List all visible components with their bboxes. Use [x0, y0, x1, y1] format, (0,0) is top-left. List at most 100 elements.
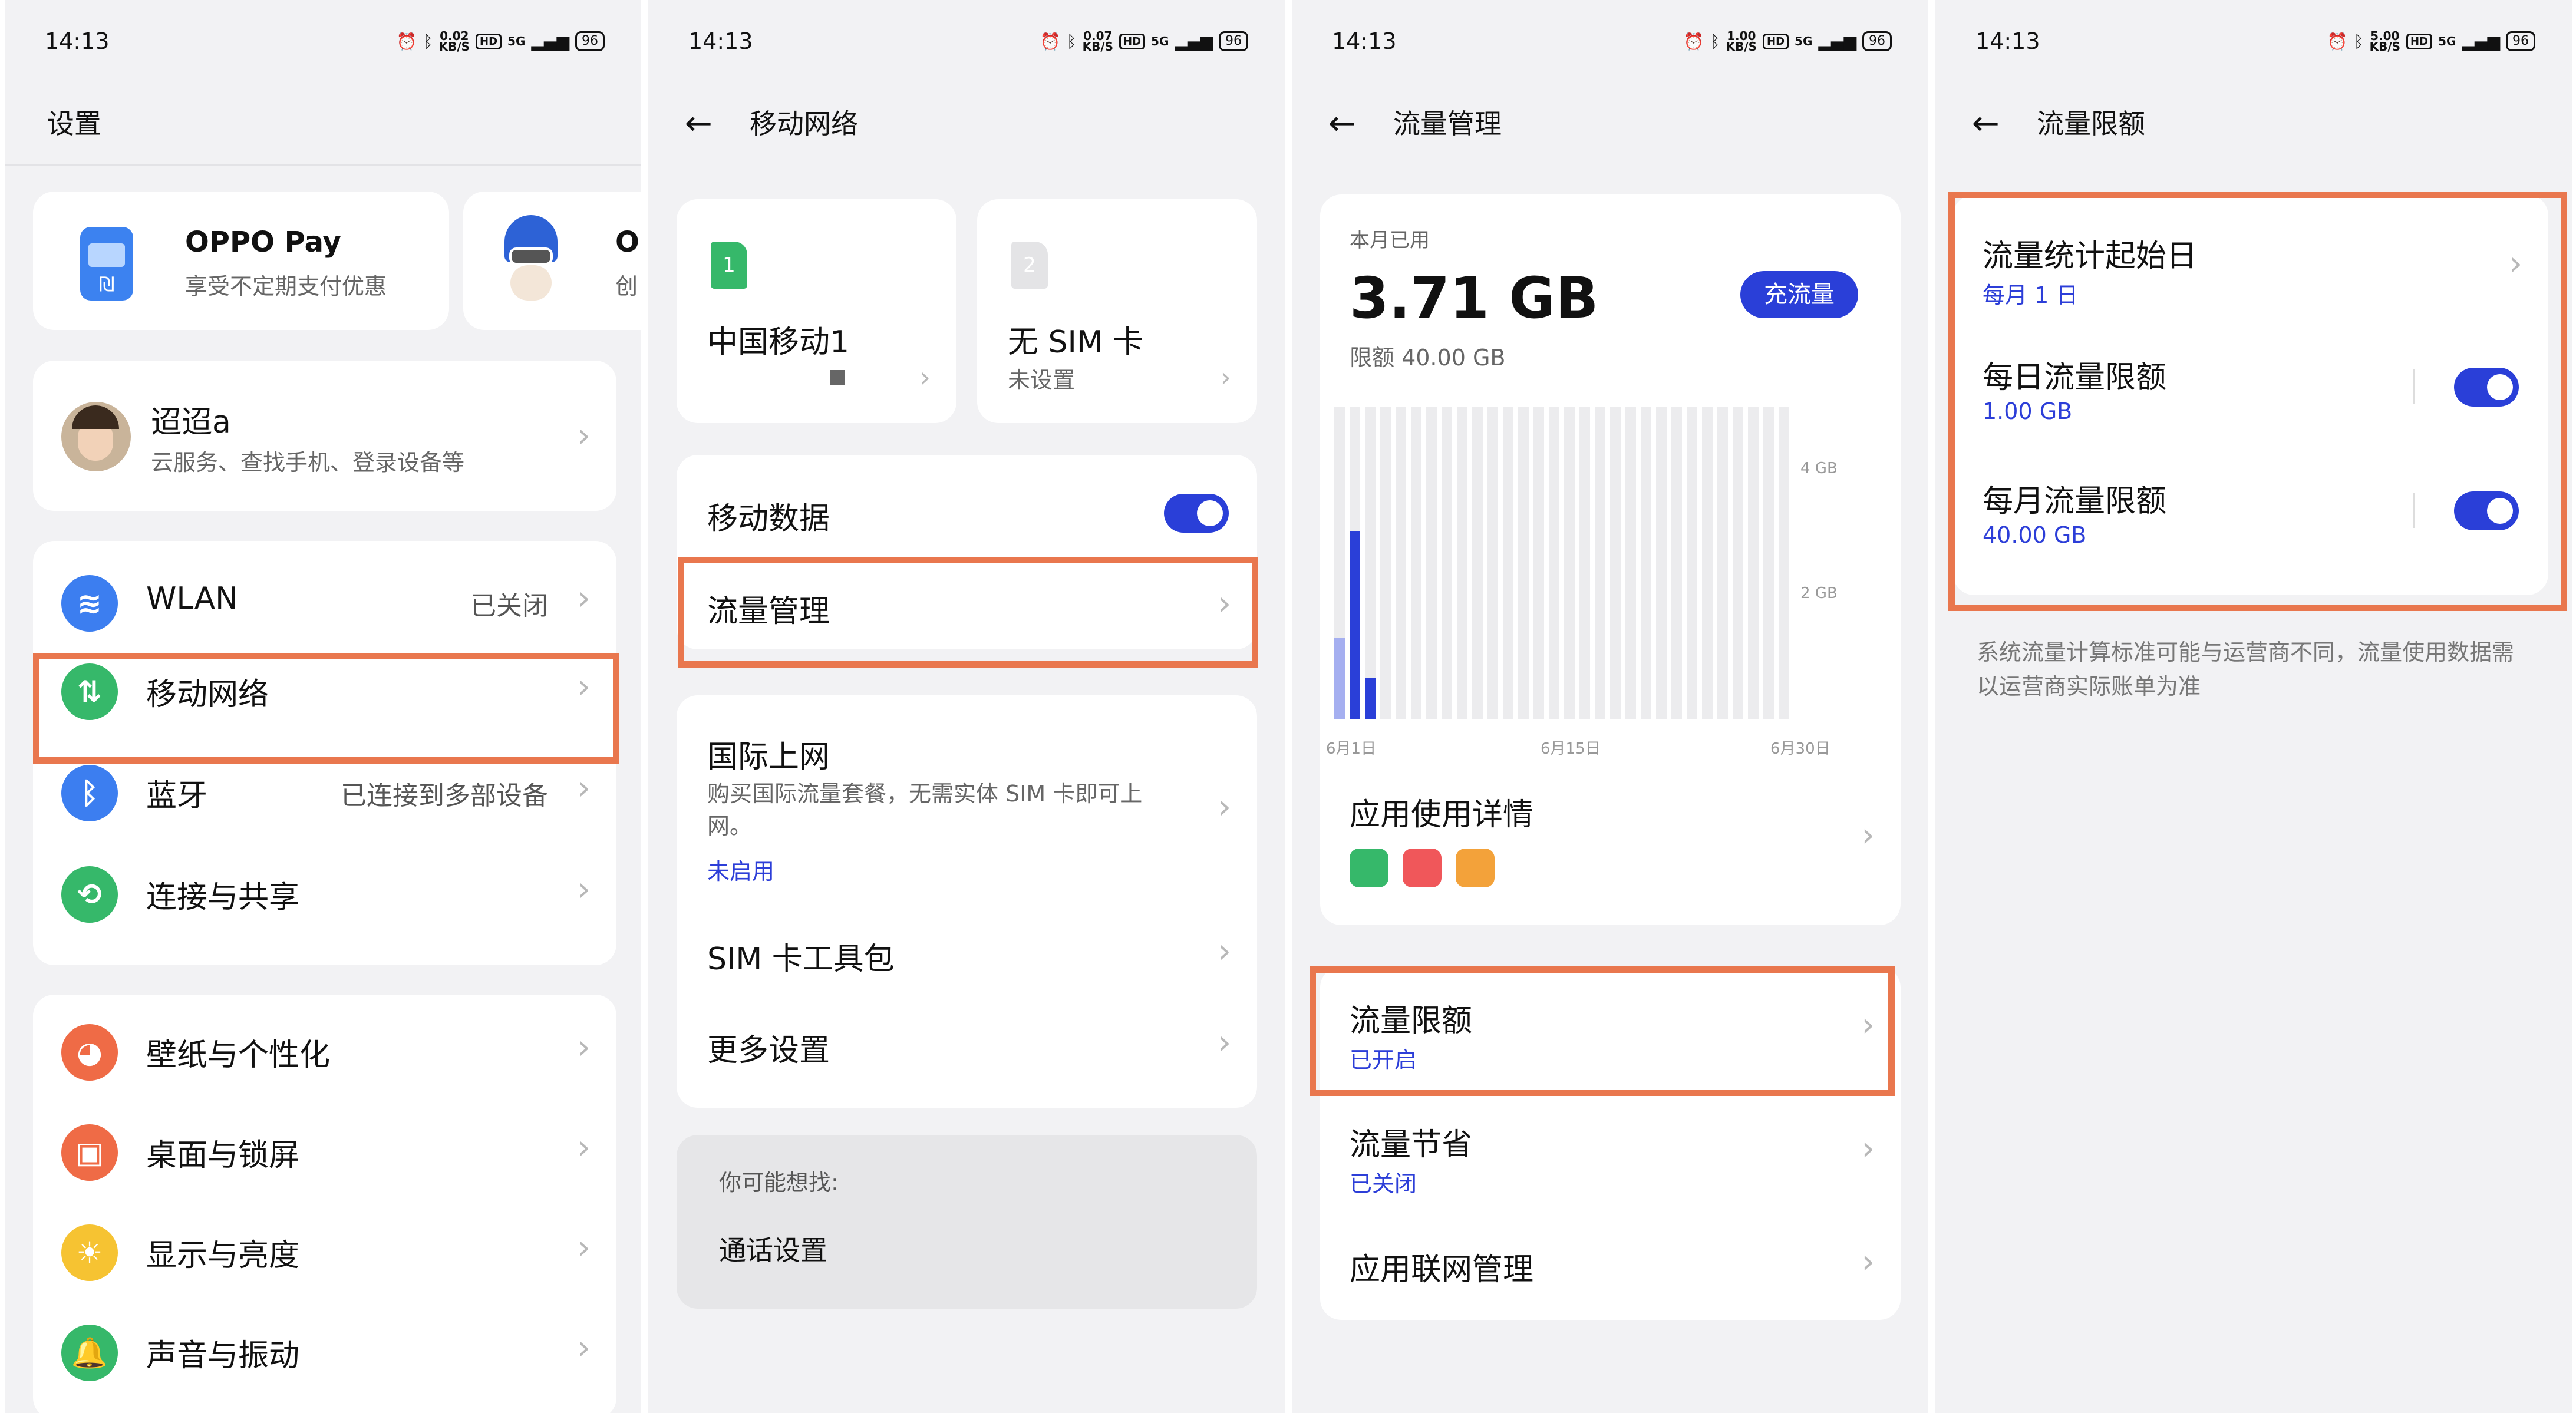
settings-item-desktop[interactable]: ▣ 桌面与锁屏 ›	[33, 1095, 616, 1195]
settings-item-label: WLAN	[146, 581, 239, 616]
settings-item-wlan[interactable]: ≋ WLAN 已关闭 ›	[33, 541, 616, 641]
chart-day-track	[1518, 407, 1529, 719]
traffic-saver-row[interactable]: 流量节省 已关闭 ›	[1320, 1090, 1901, 1214]
sim1-card[interactable]: 1 中国移动1 ›	[677, 199, 956, 423]
app-network-row[interactable]: 应用联网管理 ›	[1320, 1214, 1901, 1320]
sim-toolkit-row[interactable]: SIM 卡工具包 ›	[677, 910, 1257, 1002]
page-title: 流量管理	[1393, 108, 1502, 140]
mascot-icon	[499, 215, 563, 303]
oppo-pay-card[interactable]: ₪ OPPO Pay 享受不定期支付优惠	[33, 192, 449, 330]
app-usage-row[interactable]: 应用使用详情 ›	[1320, 778, 1901, 913]
chart-day-track	[1380, 407, 1391, 719]
alarm-icon: ⏰	[1683, 31, 1704, 51]
more-settings-row[interactable]: 更多设置 ›	[677, 1002, 1257, 1096]
back-arrow-icon[interactable]: ←	[685, 100, 713, 147]
sim-toolkit-label: SIM 卡工具包	[707, 942, 895, 977]
promo-card[interactable]: Or 创	[463, 192, 641, 330]
status-bar: 14:13 ⏰ ᛒ 5.00 KB/S HD 5G ▂▄▆ 96	[1935, 24, 2572, 59]
promo-title: Or	[615, 226, 641, 259]
chart-day-track	[1779, 407, 1789, 719]
chevron-right-icon: ›	[1861, 1130, 1875, 1168]
display-card: ◕ 壁纸与个性化 › ▣ 桌面与锁屏 › ☀ 显示与亮度 › 🔔 声音与振动 ›	[33, 995, 616, 1413]
back-arrow-icon[interactable]: ←	[1328, 100, 1356, 147]
suggestion-item[interactable]: 通话设置	[719, 1229, 827, 1268]
settings-item-sharing[interactable]: ⟲ 连接与共享 ›	[33, 841, 616, 942]
status-bar: 14:13 ⏰ ᛒ 0.02 KB/S HD 5G ▂▄▆ 96	[5, 24, 641, 59]
hd-badge: HD	[1119, 33, 1146, 49]
sim-card-icon: 1	[711, 242, 747, 289]
suggestion-card: 你可能想找: 通话设置	[677, 1135, 1257, 1309]
page-title: 流量限额	[2037, 108, 2145, 140]
share-icon: ⟲	[61, 866, 118, 923]
net-speed: 0.02 KB/S	[438, 29, 470, 54]
chart-x-tick: 6月15日	[1541, 740, 1601, 758]
hd-badge: HD	[476, 33, 502, 49]
settings-screen: 14:13 ⏰ ᛒ 0.02 KB/S HD 5G ▂▄▆ 96 设置 ₪ OPP…	[5, 0, 641, 1413]
net-speed: 5.00 KB/S	[2369, 29, 2401, 54]
chart-day-track	[1487, 407, 1498, 719]
chevron-right-icon: ›	[577, 579, 591, 618]
net-speed: 0.07 KB/S	[1082, 29, 1114, 54]
intl-roaming-status: 未启用	[707, 859, 775, 884]
suggestion-header: 你可能想找:	[719, 1170, 839, 1196]
account-name: 迢迢a	[151, 405, 231, 440]
bluetooth-status-icon: ᛒ	[1066, 31, 1077, 51]
chevron-right-icon: ›	[919, 361, 931, 393]
chevron-right-icon: ›	[1220, 361, 1231, 393]
chart-day-track	[1503, 407, 1513, 719]
wallet-icon: ₪	[80, 227, 133, 301]
settings-item-display[interactable]: ☀ 显示与亮度 ›	[33, 1195, 616, 1295]
status-bar: 14:13 ⏰ ᛒ 1.00 KB/S HD 5G ▂▄▆ 96	[1292, 24, 1928, 59]
traffic-saver-status: 已关闭	[1350, 1171, 1417, 1197]
bluetooth-icon: ᛒ	[61, 765, 118, 821]
page-title: 设置	[47, 108, 101, 140]
mobile-data-toggle[interactable]	[1164, 494, 1229, 533]
highlight-box	[678, 557, 1258, 668]
oppo-pay-subtitle: 享受不定期支付优惠	[185, 273, 387, 299]
settings-item-label: 声音与振动	[146, 1338, 300, 1374]
chevron-right-icon: ›	[577, 1028, 591, 1067]
chart-day-track	[1702, 407, 1713, 719]
alarm-icon: ⏰	[2327, 31, 2348, 51]
picture-icon: ▣	[61, 1124, 118, 1181]
chart-day-track	[1365, 407, 1376, 719]
more-card: 国际上网 购买国际流量套餐，无需实体 SIM 卡即可上网。 未启用 › SIM …	[677, 695, 1257, 1108]
wifi-icon: ≋	[61, 575, 118, 632]
chart-day-track	[1641, 407, 1651, 719]
settings-item-label: 连接与共享	[146, 880, 300, 915]
mobile-data-label: 移动数据	[707, 501, 830, 537]
back-arrow-icon[interactable]: ←	[1972, 100, 2000, 147]
status-bar: 14:13 ⏰ ᛒ 0.07 KB/S HD 5G ▂▄▆ 96	[648, 24, 1285, 59]
chart-day-track	[1579, 407, 1590, 719]
chart-day-track	[1687, 407, 1697, 719]
chevron-right-icon: ›	[577, 1329, 591, 1367]
account-card[interactable]: 迢迢a 云服务、查找手机、登录设备等 ›	[33, 361, 616, 511]
app-icon-green	[1350, 849, 1388, 887]
chart-bar	[1350, 531, 1360, 719]
chart-x-tick: 6月30日	[1770, 740, 1830, 758]
settings-item-wallpaper[interactable]: ◕ 壁纸与个性化 ›	[33, 995, 616, 1095]
network-type: 5G	[507, 34, 526, 48]
chart-day-track	[1733, 407, 1743, 719]
intl-roaming-row[interactable]: 国际上网 购买国际流量套餐，无需实体 SIM 卡即可上网。 未启用 ›	[677, 695, 1257, 910]
app-usage-label: 应用使用详情	[1350, 797, 1534, 833]
page-title: 移动网络	[750, 108, 858, 140]
battery-level: 96	[575, 31, 605, 51]
sim2-status: 未设置	[1008, 367, 1076, 393]
settings-item-sound[interactable]: 🔔 声音与振动 ›	[33, 1295, 616, 1395]
more-settings-label: 更多设置	[707, 1033, 830, 1068]
chart-day-track	[1457, 407, 1467, 719]
mobile-data-row: 移动数据	[677, 455, 1257, 555]
chart-day-track	[1595, 407, 1605, 719]
sim2-card[interactable]: 2 无 SIM 卡 未设置 ›	[977, 199, 1257, 423]
chevron-right-icon: ›	[577, 1229, 591, 1267]
chart-y-tick: 2 GB	[1800, 585, 1838, 602]
intl-roaming-label: 国际上网	[707, 739, 830, 775]
chart-bar	[1334, 638, 1345, 719]
hd-badge: HD	[2406, 33, 2433, 49]
highlight-box	[1310, 966, 1895, 1096]
sim2-name: 无 SIM 卡	[1008, 325, 1144, 360]
chevron-right-icon: ›	[577, 870, 591, 909]
promo-subtitle: 创	[615, 273, 638, 299]
oppo-pay-title: OPPO Pay	[185, 226, 341, 259]
